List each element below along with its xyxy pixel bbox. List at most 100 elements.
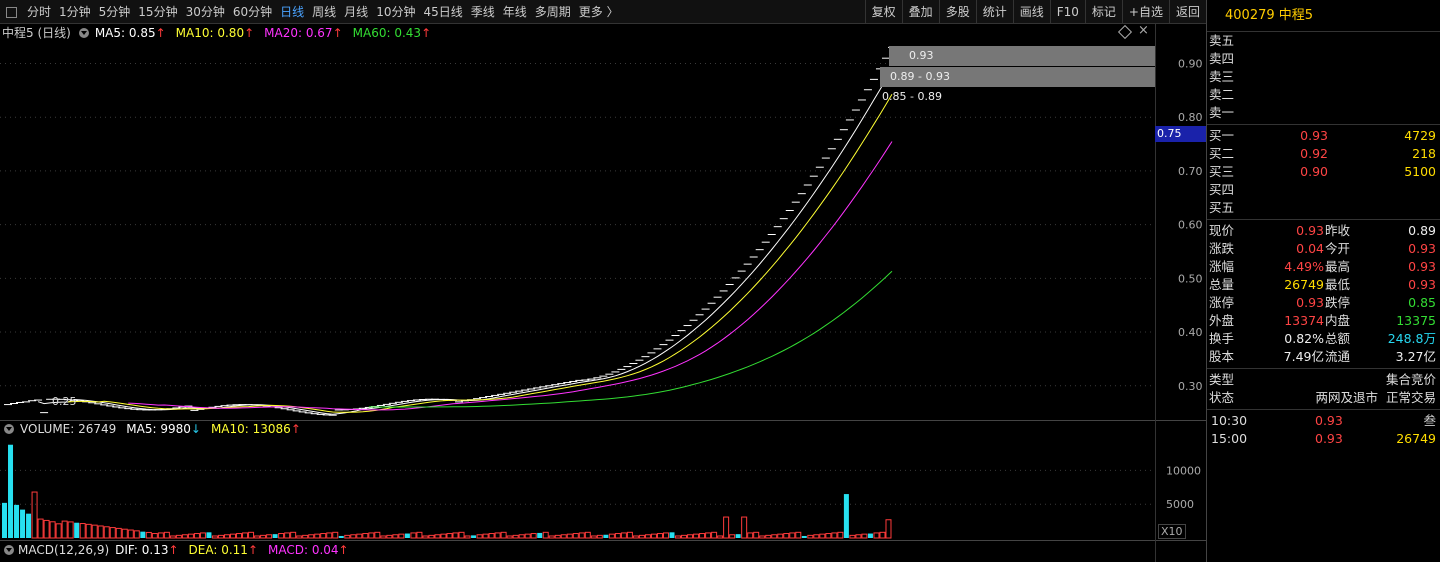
- trade-time: 10:30: [1211, 413, 1248, 428]
- volume-bar: [193, 533, 200, 539]
- ma5-line: [37, 68, 893, 415]
- volume-bar: [699, 533, 706, 539]
- volume-bar: [157, 532, 164, 539]
- stat-row: 股本 7.49亿 流通 3.27亿: [1207, 348, 1440, 366]
- volume-bar: [705, 532, 712, 539]
- type-row: 类型 集合竞价: [1207, 371, 1440, 389]
- volume-bar: [31, 491, 38, 539]
- stat-label: 涨幅: [1209, 259, 1235, 274]
- volume-bar: [687, 534, 694, 539]
- volume-bar: [518, 534, 525, 539]
- volume-bar: [771, 534, 778, 539]
- bid-row: 买四: [1207, 181, 1440, 199]
- ask-row: 卖二: [1207, 86, 1440, 104]
- volume-bar: [693, 533, 700, 539]
- volume-bar: [248, 531, 255, 539]
- ask-label: 卖一: [1209, 105, 1235, 120]
- bid-price: 0.90: [1300, 164, 1328, 179]
- volume-bar: [302, 534, 309, 539]
- volume-bar: [512, 534, 519, 539]
- ask-label: 卖四: [1209, 51, 1235, 66]
- stat-label: 最高: [1325, 259, 1351, 274]
- volume-bar: [272, 534, 278, 538]
- volume-bar: [206, 532, 212, 538]
- volume-bar: [662, 532, 669, 539]
- trade-row: 15:00 0.93 26749: [1207, 430, 1440, 448]
- low-label: 0.25: [52, 395, 77, 408]
- price-grid: [0, 62, 1206, 541]
- volume-bar: [428, 534, 435, 539]
- stat-row: 涨停 0.93 跌停 0.85: [1207, 294, 1440, 312]
- trade-row: 10:30 0.93 叁: [1207, 412, 1440, 430]
- volume-bar: [314, 533, 321, 539]
- bid-label: 买三: [1209, 164, 1235, 179]
- volume-bar: [596, 534, 603, 539]
- volume-bar: [2, 502, 7, 538]
- volume-bar: [542, 531, 549, 539]
- volume-bar: [867, 533, 873, 538]
- volume-bar: [608, 533, 615, 539]
- volume-bar: [320, 533, 327, 539]
- price-tick-label: 0.70: [1178, 165, 1203, 178]
- price-tick-label: 0.30: [1178, 380, 1203, 393]
- stat-label: 流通: [1325, 349, 1351, 364]
- volume-bar: [398, 533, 405, 539]
- volume-bar: [656, 533, 663, 539]
- volume-bar: [789, 532, 796, 539]
- volume-bar: [584, 531, 591, 539]
- volume-bar: [338, 535, 344, 538]
- volume-bar: [362, 533, 369, 539]
- volume-bar: [332, 531, 339, 539]
- volume-bar: [729, 534, 736, 539]
- volume-bar: [181, 534, 188, 539]
- trade-price: 0.93: [1315, 413, 1343, 428]
- volume-bar: [115, 527, 122, 539]
- bid-volume: 5100: [1404, 164, 1436, 179]
- stat-value: 0.93: [1296, 295, 1324, 310]
- volume-bar: [392, 534, 399, 539]
- stat-value: 13375: [1396, 313, 1436, 328]
- volume-bar: [801, 535, 807, 538]
- bid-label: 买二: [1209, 146, 1235, 161]
- volume-bar: [638, 534, 645, 539]
- volume-bar: [452, 532, 459, 539]
- bid-row: 买三 0.90 5100: [1207, 163, 1440, 181]
- volume-bar: [169, 535, 176, 539]
- stat-row: 涨幅 4.49% 最高 0.93: [1207, 258, 1440, 276]
- volume-bar: [626, 531, 633, 539]
- volume-bar: [91, 524, 98, 539]
- volume-bar: [242, 532, 249, 539]
- volume-bar: [260, 534, 267, 539]
- stat-label: 内盘: [1325, 313, 1351, 328]
- trade-volume: 叁: [1423, 413, 1436, 428]
- volume-bar: [482, 533, 489, 539]
- volume-bar: [813, 534, 820, 539]
- volume-bar: [873, 532, 880, 539]
- volume-bar: [416, 531, 423, 539]
- stat-label: 昨收: [1325, 223, 1351, 238]
- volume-bar: [217, 534, 224, 539]
- stat-row: 总量 26749 最低 0.93: [1207, 276, 1440, 294]
- volume-bar: [230, 533, 237, 539]
- volume-bar: [777, 533, 784, 539]
- quote-stats: 现价 0.93 昨收 0.89 涨跌 0.04 今开 0.93 涨幅 4.49% 最高 0.93 总量 2…: [1207, 222, 1440, 366]
- volume-bar: [879, 531, 886, 539]
- volume-bar: [783, 533, 790, 539]
- trades-separator: [1207, 409, 1440, 410]
- stat-label: 涨跌: [1209, 241, 1235, 256]
- volume-bar: [753, 531, 760, 539]
- trade-price: 0.93: [1315, 431, 1343, 446]
- volume-bar: [825, 533, 832, 539]
- ask-row: 卖三: [1207, 68, 1440, 86]
- volume-bar: [494, 532, 501, 539]
- volume-bar: [211, 535, 218, 539]
- volume-bar: [284, 532, 291, 539]
- volume-bar: [650, 533, 657, 539]
- volume-bar: [326, 532, 333, 539]
- trade-time: 15:00: [1211, 431, 1248, 446]
- trade-volume: 26749: [1396, 431, 1436, 446]
- volume-bar: [254, 535, 261, 539]
- volume-bar: [831, 532, 838, 539]
- stat-value: 0.93: [1408, 259, 1436, 274]
- volume-bar: [554, 534, 561, 539]
